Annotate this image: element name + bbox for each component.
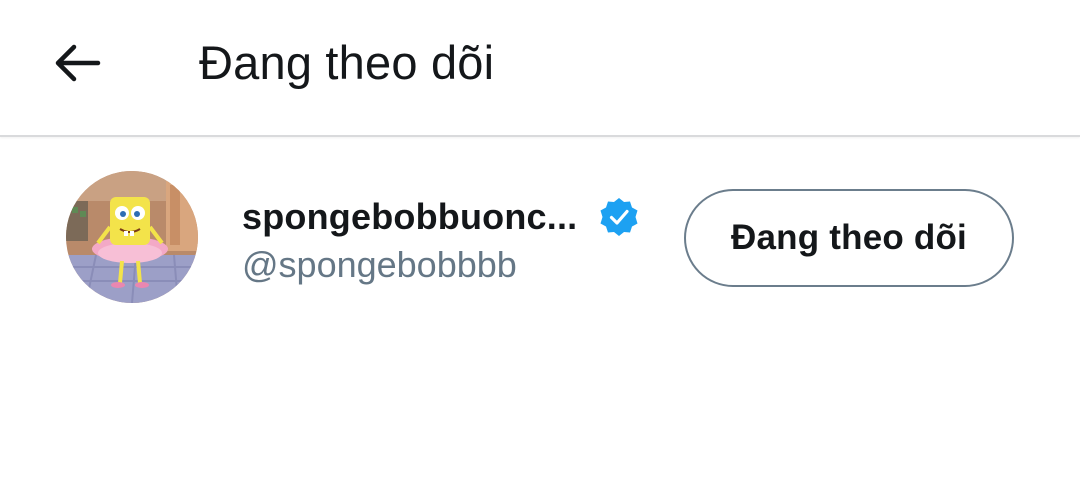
back-button[interactable] <box>44 30 110 96</box>
following-button[interactable]: Đang theo dõi <box>684 189 1014 287</box>
screen: Đang theo dõi spongebobbuonc... @spongeb… <box>0 0 1080 483</box>
verified-badge-icon <box>600 198 638 236</box>
display-name-row: spongebobbuonc... <box>242 195 639 239</box>
user-list-item[interactable]: spongebobbuonc... @spongebobbbb Đang the… <box>0 139 1080 339</box>
top-app-bar: Đang theo dõi <box>0 0 1080 137</box>
display-name[interactable]: spongebobbuonc... <box>242 195 577 239</box>
following-button-label: Đang theo dõi <box>731 218 967 257</box>
page-title: Đang theo dõi <box>199 36 495 89</box>
avatar-image <box>66 171 198 303</box>
user-handle: @spongebobbbb <box>242 244 517 285</box>
avatar[interactable] <box>66 171 198 303</box>
arrow-left-icon <box>55 44 101 82</box>
